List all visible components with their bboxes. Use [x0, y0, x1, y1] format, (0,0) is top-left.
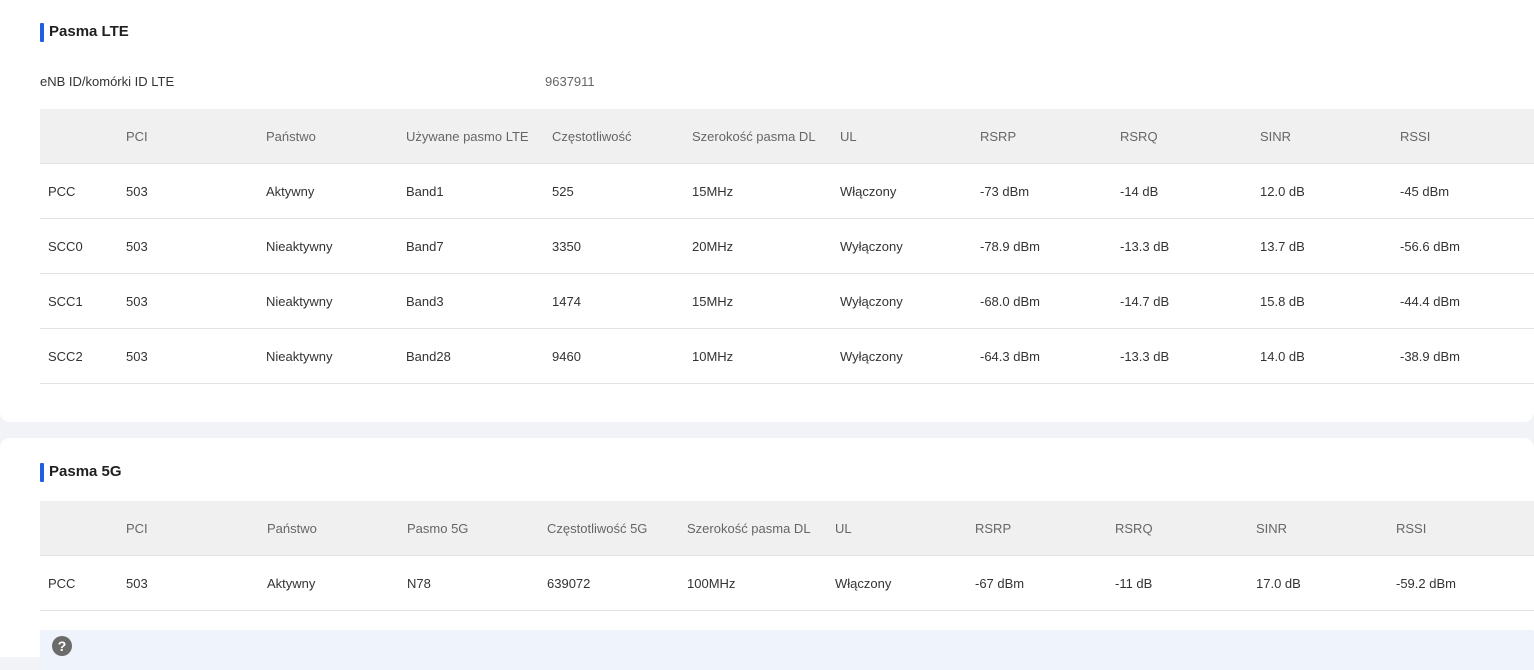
table-cell: Nieaktywny [258, 273, 398, 329]
table-row: SCC0 503 Nieaktywny Band7 3350 20MHz Wył… [40, 218, 1534, 274]
nr-bands-table: PCI Państwo Pasmo 5G Częstotliwość 5G Sz… [40, 501, 1534, 611]
table-cell: 639072 [539, 555, 679, 611]
table-cell: Band7 [398, 218, 544, 274]
enb-id-row: eNB ID/komórki ID LTE 9637911 [40, 72, 1040, 92]
table-cell: -56.6 dBm [1392, 218, 1534, 274]
table-cell: 100MHz [679, 555, 827, 611]
column-header-band: Pasmo 5G [399, 501, 539, 556]
column-header-ul: UL [832, 109, 972, 164]
nr-bands-card: Pasma 5G PCI Państwo Pasmo 5G Częstotliw… [0, 438, 1534, 670]
table-cell: -14 dB [1112, 163, 1252, 219]
table-cell: Aktywny [258, 163, 398, 219]
column-header-state: Państwo [259, 501, 399, 556]
table-cell: 17.0 dB [1248, 555, 1388, 611]
column-header-pci: PCI [118, 501, 259, 556]
column-header-frequency: Częstotliwość [544, 109, 684, 164]
table-cell: SCC2 [40, 328, 118, 384]
table-cell: 10MHz [684, 328, 832, 384]
table-cell: -38.9 dBm [1392, 328, 1534, 384]
table-cell: Band1 [398, 163, 544, 219]
question-icon[interactable]: ? [52, 636, 72, 656]
table-cell: 12.0 dB [1252, 163, 1392, 219]
table-cell: -68.0 dBm [972, 273, 1112, 329]
table-cell: -73 dBm [972, 163, 1112, 219]
table-cell: SCC1 [40, 273, 118, 329]
table-cell: 1474 [544, 273, 684, 329]
table-cell: Włączony [832, 163, 972, 219]
column-header-dl-bandwidth: Szerokość pasma DL [679, 501, 827, 556]
table-cell: -45 dBm [1392, 163, 1534, 219]
enb-id-value: 9637911 [545, 74, 595, 89]
column-header-dl-bandwidth: Szerokość pasma DL [684, 109, 832, 164]
table-cell: 20MHz [684, 218, 832, 274]
table-cell: Aktywny [259, 555, 399, 611]
table-cell: 525 [544, 163, 684, 219]
table-cell: -44.4 dBm [1392, 273, 1534, 329]
table-cell: -67 dBm [967, 555, 1107, 611]
table-cell: 503 [118, 328, 258, 384]
help-panel: ? [40, 630, 1534, 670]
table-cell: -14.7 dB [1112, 273, 1252, 329]
column-header-sinr: SINR [1248, 501, 1388, 556]
table-cell: Wyłączony [832, 218, 972, 274]
table-row: PCC 503 Aktywny N78 639072 100MHz Włączo… [40, 555, 1534, 611]
column-header-rsrp: RSRP [972, 109, 1112, 164]
column-header-ul: UL [827, 501, 967, 556]
enb-id-label: eNB ID/komórki ID LTE [40, 74, 175, 89]
table-cell: 503 [118, 273, 258, 329]
lte-bands-card: Pasma LTE eNB ID/komórki ID LTE 9637911 … [0, 0, 1534, 422]
table-cell: 15.8 dB [1252, 273, 1392, 329]
table-cell: PCC [40, 163, 118, 219]
table-cell: Nieaktywny [258, 218, 398, 274]
table-cell: Nieaktywny [258, 328, 398, 384]
table-cell: -59.2 dBm [1388, 555, 1534, 611]
column-header-rssi: RSSI [1392, 109, 1534, 164]
table-cell: -64.3 dBm [972, 328, 1112, 384]
column-header-frequency: Częstotliwość 5G [539, 501, 679, 556]
column-header-rsrq: RSRQ [1112, 109, 1252, 164]
table-cell: 3350 [544, 218, 684, 274]
column-header-type [40, 501, 118, 556]
table-cell: 503 [118, 555, 259, 611]
table-cell: 15MHz [684, 273, 832, 329]
table-cell: -13.3 dB [1112, 328, 1252, 384]
table-cell: Band3 [398, 273, 544, 329]
table-row: PCC 503 Aktywny Band1 525 15MHz Włączony… [40, 163, 1534, 219]
table-row: SCC1 503 Nieaktywny Band3 1474 15MHz Wył… [40, 273, 1534, 329]
table-header-row: PCI Państwo Pasmo 5G Częstotliwość 5G Sz… [40, 501, 1534, 556]
table-cell: 9460 [544, 328, 684, 384]
table-cell: 14.0 dB [1252, 328, 1392, 384]
lte-bands-table: PCI Państwo Używane pasmo LTE Częstotliw… [40, 109, 1534, 384]
table-cell: N78 [399, 555, 539, 611]
lte-section-title: Pasma LTE [40, 22, 129, 42]
table-cell: 503 [118, 163, 258, 219]
column-header-state: Państwo [258, 109, 398, 164]
column-header-rsrp: RSRP [967, 501, 1107, 556]
table-cell: PCC [40, 555, 118, 611]
nr-section-title: Pasma 5G [40, 462, 122, 482]
column-header-sinr: SINR [1252, 109, 1392, 164]
table-cell: Wyłączony [832, 328, 972, 384]
column-header-pci: PCI [118, 109, 258, 164]
column-header-rssi: RSSI [1388, 501, 1534, 556]
column-header-rsrq: RSRQ [1107, 501, 1248, 556]
table-cell: Włączony [827, 555, 967, 611]
table-cell: Band28 [398, 328, 544, 384]
table-cell: 503 [118, 218, 258, 274]
table-cell: 15MHz [684, 163, 832, 219]
table-cell: -78.9 dBm [972, 218, 1112, 274]
table-cell: -11 dB [1107, 555, 1248, 611]
table-cell: -13.3 dB [1112, 218, 1252, 274]
table-cell: 13.7 dB [1252, 218, 1392, 274]
column-header-type [40, 109, 118, 164]
table-header-row: PCI Państwo Używane pasmo LTE Częstotliw… [40, 109, 1534, 164]
table-row: SCC2 503 Nieaktywny Band28 9460 10MHz Wy… [40, 328, 1534, 384]
column-header-band: Używane pasmo LTE [398, 109, 544, 164]
table-cell: Wyłączony [832, 273, 972, 329]
table-cell: SCC0 [40, 218, 118, 274]
